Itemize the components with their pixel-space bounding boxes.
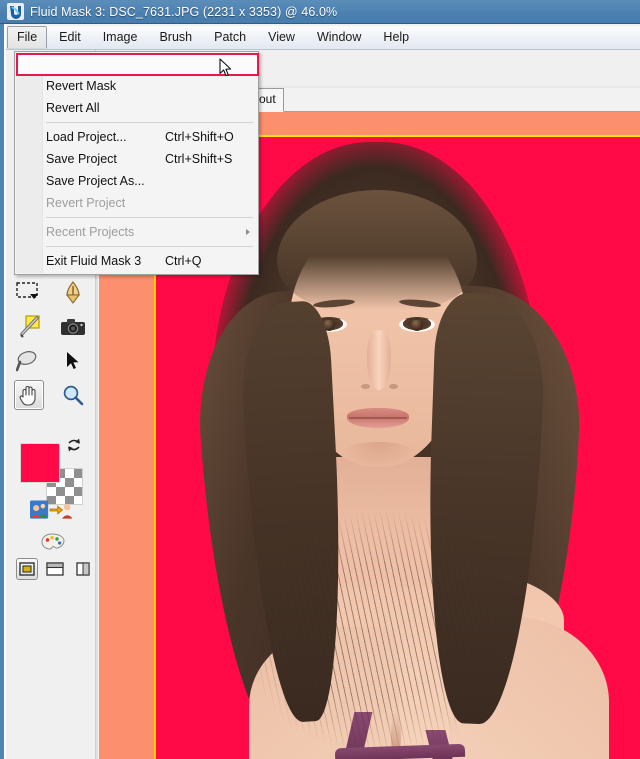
- palette-tool[interactable]: [38, 528, 68, 558]
- menu-item-save-and-apply[interactable]: Save and Apply Ctrl+S: [15, 53, 258, 75]
- menu-separator: [46, 217, 253, 218]
- menu-item-accelerator: Ctrl+S: [165, 57, 201, 71]
- eyelid-right: [399, 317, 435, 320]
- lip-line: [349, 417, 407, 419]
- menu-item-exit-fluid-mask-3[interactable]: Exit Fluid Mask 3 Ctrl+Q: [15, 250, 258, 272]
- menu-edit[interactable]: Edit: [49, 26, 91, 49]
- menu-item-revert-project: Revert Project: [15, 192, 258, 214]
- single-view-button[interactable]: [16, 558, 38, 580]
- menu-item-label: Revert Mask: [46, 79, 117, 93]
- nose: [367, 330, 391, 390]
- menu-file[interactable]: File: [7, 26, 48, 49]
- menu-help[interactable]: Help: [373, 26, 419, 49]
- menu-item-label: Recent Projects: [46, 225, 135, 239]
- fluid-mask-window: Fluid Mask 3: DSC_7631.JPG (2231 x 3353)…: [0, 0, 640, 759]
- menu-separator: [46, 246, 253, 247]
- menu-item-revert-all[interactable]: Revert All: [15, 97, 258, 119]
- menu-brush[interactable]: Brush: [149, 26, 202, 49]
- blend-brush-tool[interactable]: [14, 346, 44, 376]
- menu-item-accelerator: Ctrl+Shift+O: [165, 130, 234, 144]
- arrow-pointer-tool[interactable]: [58, 346, 88, 376]
- neck: [331, 457, 441, 587]
- menu-item-label: Save Project: [46, 152, 117, 166]
- menu-bar: File Edit Image Brush Patch View Window …: [6, 26, 640, 50]
- pen-tool[interactable]: [58, 278, 88, 308]
- magic-wand-tool[interactable]: [14, 312, 44, 342]
- menu-patch[interactable]: Patch: [204, 26, 256, 49]
- menu-item-label: Revert All: [46, 101, 100, 115]
- menu-item-label: Save Project As...: [46, 174, 145, 188]
- menu-item-label: Load Project...: [46, 130, 127, 144]
- menu-item-load-project[interactable]: Load Project... Ctrl+Shift+O: [15, 126, 258, 148]
- color-swatches[interactable]: [20, 438, 83, 505]
- menu-separator: [46, 122, 253, 123]
- split-vertical-view-button[interactable]: [72, 558, 94, 580]
- menu-item-recent-projects: Recent Projects: [15, 221, 258, 243]
- zoom-magnifier-tool[interactable]: [58, 380, 88, 410]
- view-mode-buttons: [14, 558, 94, 584]
- title-bar: Fluid Mask 3: DSC_7631.JPG (2231 x 3353)…: [0, 0, 640, 24]
- marquee-select-tool[interactable]: [14, 278, 44, 308]
- menu-item-label: Save and Apply: [46, 57, 133, 71]
- foreground-color-swatch[interactable]: [20, 443, 60, 483]
- eye-right: [399, 317, 435, 332]
- menu-window[interactable]: Window: [307, 26, 371, 49]
- submenu-chevron-right-icon: [246, 229, 250, 235]
- menu-item-accelerator: Ctrl+Shift+S: [165, 152, 233, 166]
- nostril-right: [389, 384, 398, 389]
- menu-item-save-project-as[interactable]: Save Project As...: [15, 170, 258, 192]
- menu-item-accelerator: Ctrl+Q: [165, 254, 202, 268]
- window-title: Fluid Mask 3: DSC_7631.JPG (2231 x 3353)…: [30, 4, 338, 19]
- split-horizontal-view-button[interactable]: [44, 558, 66, 580]
- image-compare-tool[interactable]: [29, 498, 73, 522]
- file-dropdown-menu[interactable]: Save and Apply Ctrl+S Revert Mask Revert…: [14, 51, 259, 275]
- menu-image[interactable]: Image: [93, 26, 148, 49]
- menu-view[interactable]: View: [258, 26, 305, 49]
- menu-item-save-project[interactable]: Save Project Ctrl+Shift+S: [15, 148, 258, 170]
- nostril-left: [361, 384, 370, 389]
- menu-item-revert-mask[interactable]: Revert Mask: [15, 75, 258, 97]
- fluidmask-logo-icon: [7, 3, 24, 20]
- hand-pan-tool[interactable]: [14, 380, 44, 410]
- pupil-right: [411, 319, 423, 331]
- chin-shadow: [339, 442, 419, 468]
- menu-item-label: Exit Fluid Mask 3: [46, 254, 142, 268]
- menu-item-label: Revert Project: [46, 196, 126, 210]
- camera-tool[interactable]: [58, 312, 88, 342]
- swap-colors-icon[interactable]: [66, 437, 82, 453]
